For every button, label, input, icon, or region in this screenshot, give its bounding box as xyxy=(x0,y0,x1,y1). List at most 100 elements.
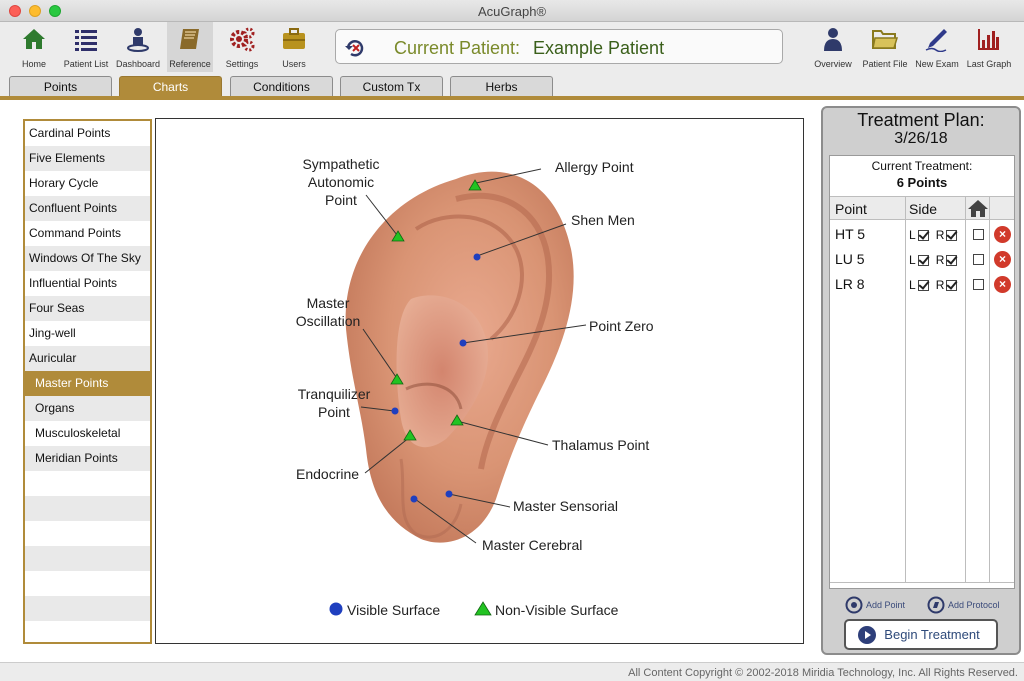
right-side-checkbox[interactable] xyxy=(946,229,958,241)
home-care-checkbox[interactable] xyxy=(973,229,984,240)
book-icon xyxy=(180,29,199,49)
remove-point-button[interactable]: × xyxy=(994,276,1011,293)
label-point-zero: Point Zero xyxy=(589,318,654,334)
marker-allergy[interactable] xyxy=(468,179,482,191)
marker-master-cerebral[interactable] xyxy=(410,495,418,503)
begin-treatment-button[interactable]: Begin Treatment xyxy=(844,619,998,650)
tab-herbs[interactable]: Herbs xyxy=(450,76,553,97)
list-item[interactable]: Confluent Points xyxy=(25,196,150,221)
home-icon xyxy=(23,29,45,49)
marker-sympathetic[interactable] xyxy=(391,230,405,242)
home-care-checkbox[interactable] xyxy=(973,254,984,265)
list-item[interactable]: Auricular xyxy=(25,346,150,371)
label-thalamus: Thalamus Point xyxy=(552,437,650,453)
legend-non-visible-icon xyxy=(474,601,492,616)
current-patient-box[interactable]: Current Patient: Example Patient xyxy=(335,29,783,64)
list-item[interactable]: Five Elements xyxy=(25,146,150,171)
label-sympathetic: Sympathetic Autonomic Point xyxy=(302,156,380,208)
overview-button[interactable]: Overview xyxy=(810,22,856,72)
briefcase-icon xyxy=(283,28,305,49)
current-patient-name: Example Patient xyxy=(533,38,665,58)
tab-conditions[interactable]: Conditions xyxy=(230,76,333,97)
window-title: AcuGraph® xyxy=(477,4,547,19)
settings-button[interactable]: Settings xyxy=(219,22,265,72)
list-item[interactable]: Organs xyxy=(25,396,150,421)
list-item[interactable]: Windows Of The Sky xyxy=(25,246,150,271)
list-item[interactable]: Command Points xyxy=(25,221,150,246)
title-bar: AcuGraph® xyxy=(0,0,1024,22)
new-exam-button[interactable]: New Exam xyxy=(914,22,960,72)
left-side-checkbox[interactable] xyxy=(917,279,929,291)
marker-shen-men[interactable] xyxy=(473,253,481,261)
marker-point-zero[interactable] xyxy=(459,339,467,347)
list-item[interactable]: Horary Cycle xyxy=(25,171,150,196)
marker-thalamus[interactable] xyxy=(450,414,464,426)
home-care-checkbox[interactable] xyxy=(973,279,984,290)
list-item[interactable]: Meridian Points xyxy=(25,446,150,471)
ear-chart: Sympathetic Autonomic Point Allergy Poin… xyxy=(155,118,804,644)
current-patient-label: Current Patient: xyxy=(394,38,521,58)
dashboard-button[interactable]: Dashboard xyxy=(115,22,161,72)
tab-bar: Points Charts Conditions Custom Tx Herbs xyxy=(0,72,1024,98)
footer: All Content Copyright © 2002-2018 Miridi… xyxy=(0,662,1024,681)
remove-point-button[interactable]: × xyxy=(994,226,1011,243)
tab-custom-tx[interactable]: Custom Tx xyxy=(340,76,443,97)
right-side-checkbox[interactable] xyxy=(946,279,958,291)
column-header-point: Point xyxy=(835,201,867,217)
target-icon xyxy=(845,596,863,614)
list-item[interactable]: Influential Points xyxy=(25,271,150,296)
tab-points[interactable]: Points xyxy=(9,76,112,97)
list-item[interactable]: Jing-well xyxy=(25,321,150,346)
treatment-row[interactable]: LR 8 L R × xyxy=(830,272,1014,297)
play-icon xyxy=(858,626,876,644)
legend-visible-icon xyxy=(329,602,343,616)
pen-icon xyxy=(925,29,947,52)
treatment-plan-panel: Treatment Plan: 3/26/18 Current Treatmen… xyxy=(821,106,1021,655)
treatment-point: LU 5 xyxy=(835,251,865,267)
folder-icon xyxy=(872,30,899,49)
list-empty-row xyxy=(25,471,150,496)
users-button[interactable]: Users xyxy=(271,22,317,72)
tab-charts[interactable]: Charts xyxy=(119,76,222,97)
treatment-plan-date: 3/26/18 xyxy=(894,130,948,147)
left-side-checkbox[interactable] xyxy=(917,254,929,266)
right-side-checkbox[interactable] xyxy=(946,254,958,266)
list-empty-row xyxy=(25,521,150,546)
main-content: Cardinal Points Five Elements Horary Cyc… xyxy=(0,100,1024,662)
list-empty-row xyxy=(25,571,150,596)
current-treatment-label: Current Treatment: xyxy=(871,159,973,173)
marker-master-sensorial[interactable] xyxy=(445,490,453,498)
list-item[interactable]: Cardinal Points xyxy=(25,121,150,146)
list-item[interactable]: Four Seas xyxy=(25,296,150,321)
patient-file-button[interactable]: Patient File xyxy=(862,22,908,72)
patient-list-button[interactable]: Patient List xyxy=(63,22,109,72)
list-empty-row xyxy=(25,621,150,642)
treatment-point: LR 8 xyxy=(835,276,865,292)
list-item[interactable]: Musculoskeletal xyxy=(25,421,150,446)
side-toggles: L R xyxy=(909,253,958,267)
marker-tranquilizer[interactable] xyxy=(391,407,399,415)
marker-endocrine[interactable] xyxy=(403,429,417,441)
table-bottom-rule xyxy=(830,582,1014,583)
person-dashboard-icon xyxy=(127,28,149,52)
side-toggles: L R xyxy=(909,228,958,242)
home-button[interactable]: Home xyxy=(11,22,57,72)
reference-button[interactable]: Reference xyxy=(167,22,213,72)
current-treatment-count: 6 Points xyxy=(896,175,948,190)
copyright-text: All Content Copyright © 2002-2018 Miridi… xyxy=(628,667,1018,679)
marker-master-oscillation[interactable] xyxy=(390,373,404,385)
treatment-row[interactable]: LU 5 L R × xyxy=(830,247,1014,272)
clear-patient-icon[interactable] xyxy=(344,37,366,59)
add-protocol-button[interactable]: Add Protocol xyxy=(927,596,1000,614)
treatment-plan-title: Treatment Plan: xyxy=(857,110,985,130)
person-icon xyxy=(824,28,842,51)
toolbar: Home Patient List Dashboard Reference Se… xyxy=(0,22,1024,72)
remove-point-button[interactable]: × xyxy=(994,251,1011,268)
left-side-checkbox[interactable] xyxy=(917,229,929,241)
list-item-selected[interactable]: Master Points xyxy=(25,371,150,396)
last-graph-button[interactable]: Last Graph xyxy=(966,22,1012,72)
add-point-button[interactable]: Add Point xyxy=(845,596,905,614)
treatment-row[interactable]: HT 5 L R × xyxy=(830,222,1014,247)
gears-icon xyxy=(230,27,255,52)
label-shen-men: Shen Men xyxy=(571,212,635,228)
